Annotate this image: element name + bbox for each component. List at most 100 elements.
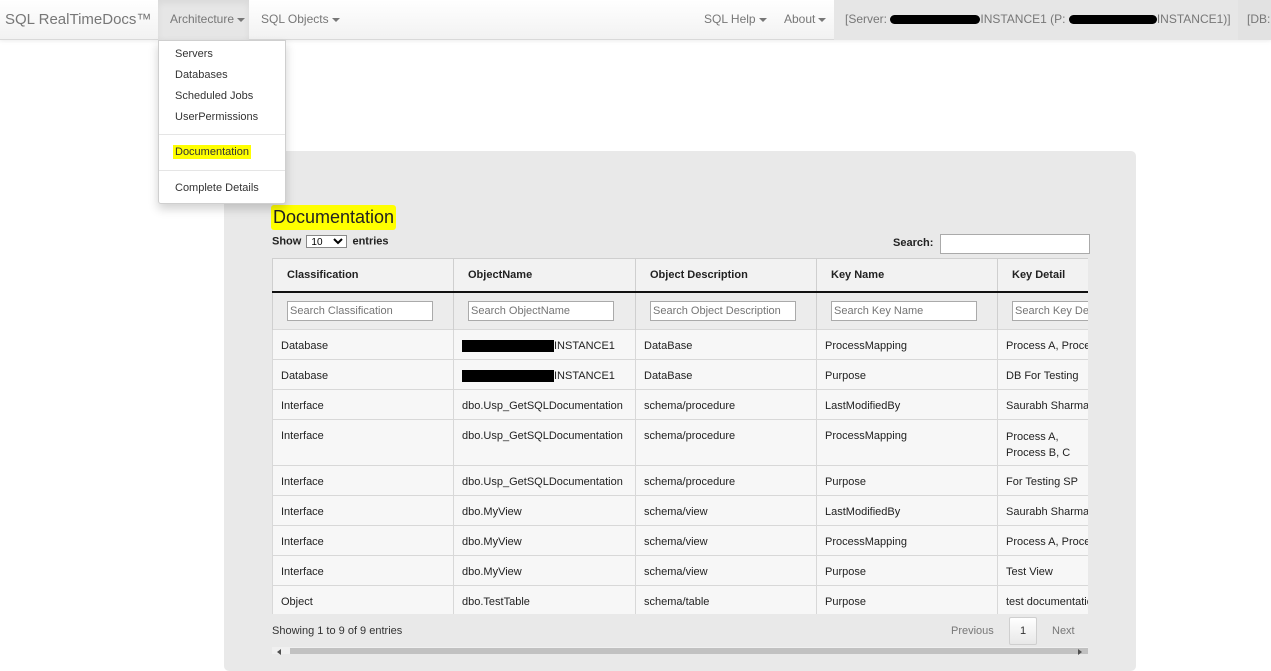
- nav-about[interactable]: About: [784, 0, 827, 40]
- cell-key-detail: Saurabh Sharma: [997, 495, 1088, 526]
- nav-about-label: About: [784, 12, 816, 26]
- search-label: Search:: [893, 237, 934, 249]
- cell-key-name: ProcessMapping: [816, 525, 998, 556]
- column-header-objectname[interactable]: ObjectName: [453, 258, 636, 293]
- cell-classification: Database: [272, 359, 454, 390]
- top-navbar: SQL RealTimeDocs™ Architecture SQL Objec…: [0, 0, 1271, 40]
- server-prefix: [Server:: [845, 12, 891, 26]
- filter-cell: [453, 291, 636, 330]
- brand-logo[interactable]: SQL RealTimeDocs™: [5, 11, 151, 28]
- table-row: Object dbo.TestTable schema/table Purpos…: [272, 585, 1088, 614]
- nav-sql-objects-label: SQL Objects: [261, 12, 329, 26]
- cell-objectname: dbo.Usp_GetSQLDocumentation: [453, 389, 636, 420]
- pagination-next-button[interactable]: Next: [1052, 625, 1075, 637]
- db-label: [DB:: [1247, 12, 1271, 26]
- nav-sql-help[interactable]: SQL Help: [704, 0, 767, 40]
- table-row: Database INSTANCE1 DataBase Purpose DB F…: [272, 359, 1088, 390]
- scrollbar-thumb[interactable]: [290, 648, 1088, 654]
- redacted-block: [1068, 15, 1157, 25]
- table-row: Interface dbo.Usp_GetSQLDocumentation sc…: [272, 389, 1088, 420]
- cell-key-name: Purpose: [816, 465, 998, 496]
- page-title: Documentation: [271, 205, 397, 230]
- server-instance: INSTANCE1 (P:: [980, 12, 1069, 26]
- menu-item-userpermissions[interactable]: UserPermissions: [175, 111, 258, 123]
- menu-item-databases[interactable]: Databases: [175, 69, 228, 81]
- menu-item-complete-details[interactable]: Complete Details: [175, 182, 259, 194]
- caret-down-icon: [237, 17, 246, 22]
- filter-objectname-input[interactable]: [468, 300, 614, 321]
- cell-key-name: ProcessMapping: [816, 329, 998, 360]
- filter-cell: [997, 291, 1088, 330]
- cell-key-detail: Saurabh Sharma: [997, 389, 1088, 420]
- cell-classification: Interface: [272, 389, 454, 420]
- table-row: Database INSTANCE1 DataBase ProcessMappi…: [272, 329, 1088, 360]
- cell-object-description: schema/view: [635, 525, 817, 556]
- cell-key-detail: Process A, Process B: [997, 329, 1088, 360]
- redacted-block: [462, 370, 554, 383]
- cell-objectname: dbo.MyView: [453, 525, 636, 556]
- cell-classification: Object: [272, 585, 454, 614]
- cell-objectname: INSTANCE1: [453, 329, 636, 360]
- table-row: Interface dbo.Usp_GetSQLDocumentation sc…: [272, 419, 1088, 466]
- redacted-block: [890, 15, 981, 25]
- menu-divider: [159, 134, 285, 135]
- nav-sql-objects[interactable]: SQL Objects: [261, 0, 340, 40]
- table-row: Interface dbo.MyView schema/view LastMod…: [272, 495, 1088, 526]
- column-header-key-detail[interactable]: Key Detail: [997, 258, 1088, 293]
- cell-key-detail: For Testing SP: [997, 465, 1088, 496]
- cell-key-detail-text: Process A, Process B, C: [1006, 431, 1071, 459]
- scroll-left-icon[interactable]: [277, 649, 281, 655]
- cell-classification: Interface: [272, 465, 454, 496]
- cell-objectname-text: INSTANCE1: [554, 340, 615, 352]
- table-info: Showing 1 to 9 of 9 entries: [272, 625, 403, 637]
- table-header-row: Classification ObjectName Object Descrip…: [272, 258, 1088, 293]
- entries-label: entries: [352, 235, 389, 248]
- cell-key-name: ProcessMapping: [816, 419, 998, 466]
- menu-item-documentation[interactable]: Documentation: [173, 145, 251, 159]
- nav-architecture[interactable]: Architecture: [158, 0, 249, 40]
- cell-object-description: schema/procedure: [635, 389, 817, 420]
- server-instance-2: INSTANCE1)]: [1156, 12, 1231, 26]
- cell-object-description: DataBase: [635, 329, 817, 360]
- column-header-object-description[interactable]: Object Description: [635, 258, 817, 293]
- scroll-right-icon[interactable]: [1078, 649, 1082, 655]
- entries-select[interactable]: 10: [306, 235, 348, 248]
- column-header-key-name[interactable]: Key Name: [816, 258, 998, 293]
- search-input[interactable]: [940, 234, 1090, 254]
- show-entries-control: Show 10 entries: [272, 235, 389, 248]
- filter-key-detail-input[interactable]: [1012, 300, 1088, 321]
- cell-object-description: schema/view: [635, 555, 817, 586]
- show-label: Show: [272, 235, 302, 248]
- cell-key-detail: Process A, Process B, C: [997, 419, 1088, 466]
- column-header-classification[interactable]: Classification: [272, 258, 454, 293]
- filter-key-name-input[interactable]: [831, 300, 977, 321]
- cell-object-description: schema/procedure: [635, 465, 817, 496]
- cell-object-description: schema/table: [635, 585, 817, 614]
- cell-classification: Interface: [272, 525, 454, 556]
- cell-key-detail: Process A, Process B: [997, 525, 1088, 556]
- pagination-previous-button[interactable]: Previous: [951, 625, 994, 637]
- filter-cell: [816, 291, 998, 330]
- cell-key-detail: test documentation: [997, 585, 1088, 614]
- filter-classification-input[interactable]: [287, 300, 433, 321]
- menu-item-scheduled-jobs[interactable]: Scheduled Jobs: [175, 90, 253, 102]
- cell-objectname: dbo.TestTable: [453, 585, 636, 614]
- filter-object-description-input[interactable]: [650, 300, 796, 321]
- server-info: [Server: INSTANCE1 (P: INSTANCE1)]: [834, 0, 1238, 40]
- menu-divider: [159, 170, 285, 171]
- cell-classification: Interface: [272, 555, 454, 586]
- table-row: Interface dbo.Usp_GetSQLDocumentation sc…: [272, 465, 1088, 496]
- pagination-page-1[interactable]: 1: [1009, 617, 1037, 645]
- nav-sql-help-label: SQL Help: [704, 12, 756, 26]
- cell-object-description: schema/view: [635, 495, 817, 526]
- caret-down-icon: [818, 17, 827, 22]
- cell-objectname: INSTANCE1: [453, 359, 636, 390]
- cell-objectname: dbo.Usp_GetSQLDocumentation: [453, 465, 636, 496]
- db-info: [DB:: [1238, 0, 1271, 40]
- table-row: Interface dbo.MyView schema/view Purpose…: [272, 555, 1088, 586]
- filter-cell: [635, 291, 817, 330]
- cell-classification: Database: [272, 329, 454, 360]
- cell-objectname: dbo.Usp_GetSQLDocumentation: [453, 419, 636, 466]
- redacted-block: [462, 340, 554, 353]
- menu-item-servers[interactable]: Servers: [175, 48, 213, 60]
